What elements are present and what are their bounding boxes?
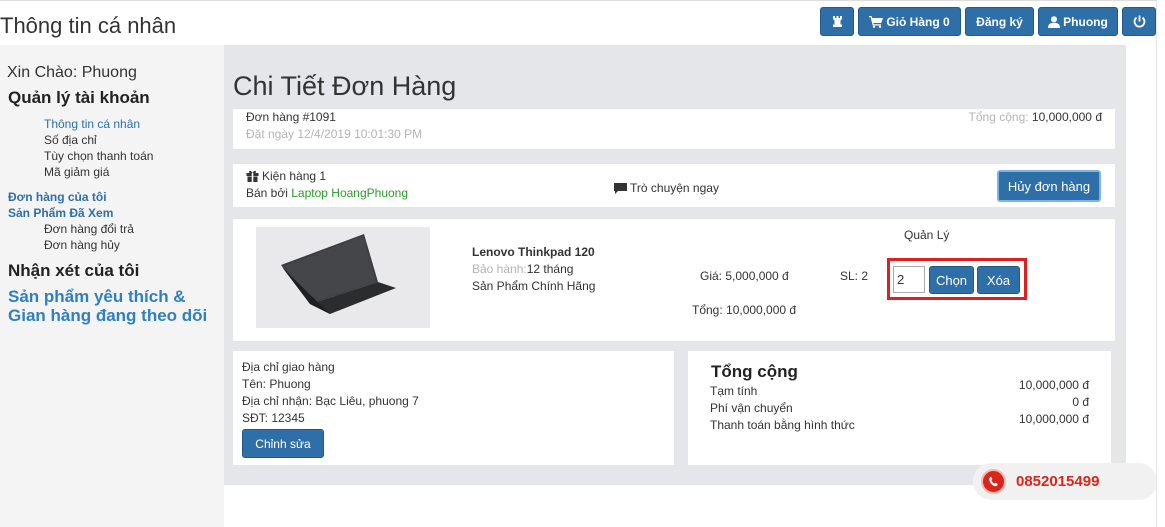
summary-row-subtotal-value: 10,000,000 đ: [1018, 378, 1089, 392]
cart-button[interactable]: Giỏ Hàng 0: [858, 7, 961, 36]
product-name[interactable]: Lenovo Thinkpad 120: [472, 245, 595, 259]
sidebar-item-returns[interactable]: Đơn hàng đổi trả: [44, 222, 134, 236]
warranty-label: Bảo hành:: [472, 262, 527, 276]
order-info-card: Đơn hàng #1091 Đặt ngày 12/4/2019 10:01:…: [233, 109, 1115, 149]
manage-label: Quản Lý: [904, 228, 950, 242]
chat-now-link[interactable]: Trò chuyện ngay: [614, 181, 719, 195]
user-label: Phuong: [1063, 14, 1108, 29]
page-title: Thông tin cá nhân: [0, 13, 177, 38]
package-label: Kiện hàng 1: [262, 169, 327, 183]
unit-price: Giá: 5,000,000 đ: [700, 269, 789, 283]
choose-button[interactable]: Chọn: [929, 266, 974, 294]
warranty-value: 12 tháng: [526, 262, 574, 276]
hotline-widget[interactable]: 0852015499: [973, 463, 1157, 500]
summary-title: Tổng cộng: [711, 362, 798, 381]
favorites-line-1: Sản phẩm yêu thích &: [8, 287, 186, 306]
laptop-image[interactable]: [256, 227, 430, 328]
sidebar: Xin Chào: Phuong Quản lý tài khoản Thông…: [0, 45, 224, 527]
shipping-phone: SĐT: 12345: [242, 411, 305, 425]
top-navbar: Thông tin cá nhân Giỏ Hàng 0 Đăng ký Phu…: [0, 0, 1165, 45]
order-number: Đơn hàng #1091: [246, 110, 336, 124]
cancel-order-button[interactable]: Hủy đơn hàng: [997, 170, 1101, 202]
summary-row-payment-label: Thanh toán bằng hình thức: [710, 418, 855, 432]
summary-card: Tổng cộng Tạm tính 10,000,000 đ Phí vận …: [688, 351, 1111, 465]
sidebar-item-my-reviews[interactable]: Nhận xét của tôi: [8, 261, 139, 281]
package-card: Kiện hàng 1 Bán bởi Laptop HoangPhuong T…: [233, 164, 1115, 207]
cart-label: Giỏ Hàng 0: [886, 14, 950, 29]
user-button[interactable]: Phuong: [1038, 7, 1118, 36]
register-label: Đăng ký: [976, 14, 1023, 29]
order-total-value: 10,000,000 đ: [1031, 110, 1102, 124]
scrollbar[interactable]: [1156, 0, 1165, 527]
logout-button[interactable]: [1122, 7, 1156, 36]
cart-icon: [869, 15, 884, 28]
gift-icon: [246, 170, 259, 182]
phone-icon: [981, 469, 1006, 494]
summary-row-payment-value: 10,000,000 đ: [1018, 412, 1089, 426]
edit-address-button[interactable]: Chỉnh sửa: [242, 429, 324, 458]
authentic-label: Sản Phẩm Chính Hãng: [472, 279, 596, 293]
sidebar-item-cancelled[interactable]: Đơn hàng hủy: [44, 238, 120, 252]
sidebar-item-viewed-products[interactable]: Sản Phẩm Đã Xem: [8, 206, 113, 220]
sidebar-item-profile[interactable]: Thông tin cá nhân: [44, 117, 140, 131]
user-icon: [1048, 15, 1061, 28]
main-content: Chi Tiết Đơn Hàng Đơn hàng #1091 Đặt ngà…: [224, 45, 1126, 485]
order-item-card: Lenovo Thinkpad 120 Bảo hành:12 tháng Sả…: [233, 219, 1115, 341]
chess-rook-icon: [832, 16, 842, 27]
shipping-card: Địa chỉ giao hàng Tên: Phuong Địa chỉ nh…: [233, 351, 674, 465]
item-subtotal: Tổng: 10,000,000 đ: [692, 303, 797, 317]
seller-prefix: Bán bởi: [246, 186, 288, 200]
chat-icon: [614, 182, 627, 194]
summary-row-subtotal-label: Tạm tính: [710, 384, 758, 398]
power-icon: [1133, 15, 1145, 28]
shipping-name: Tên: Phuong: [242, 377, 311, 391]
summary-row-shipping-label: Phí vận chuyển: [710, 401, 793, 415]
delete-button[interactable]: Xóa: [977, 266, 1020, 294]
sidebar-item-my-orders[interactable]: Đơn hàng của tôi: [8, 190, 107, 204]
shipping-address: Địa chỉ nhận: Bạc Liêu, phuong 7: [242, 394, 419, 408]
order-date: Đặt ngày 12/4/2019 10:01:30 PM: [246, 127, 423, 141]
favorites-line-2: Gian hàng đang theo dõi: [8, 306, 208, 325]
greeting-text: Xin Chào: Phuong: [7, 64, 137, 81]
quantity-input[interactable]: 2: [893, 266, 925, 293]
sidebar-item-favorites[interactable]: Sản phẩm yêu thích & Gian hàng đang theo…: [8, 287, 207, 325]
store-button[interactable]: [820, 7, 854, 36]
sidebar-item-address-book[interactable]: Số địa chỉ: [44, 133, 97, 147]
seller-link[interactable]: Laptop HoangPhuong: [291, 186, 408, 200]
hotline-number: 0852015499: [1016, 473, 1100, 490]
register-button[interactable]: Đăng ký: [965, 7, 1034, 36]
account-section-title[interactable]: Quản lý tài khoản: [8, 88, 150, 108]
order-detail-title: Chi Tiết Đơn Hàng: [233, 71, 457, 101]
sidebar-item-vouchers[interactable]: Mã giảm giá: [44, 165, 109, 179]
sidebar-item-payment-options[interactable]: Tùy chọn thanh toán: [44, 149, 153, 163]
summary-row-shipping-value: 0 đ: [1072, 395, 1089, 409]
chat-label: Trò chuyện ngay: [630, 181, 719, 195]
shipping-title: Địa chỉ giao hàng: [242, 360, 335, 374]
quantity-text: SL: 2: [840, 269, 869, 283]
manage-controls-highlight: 2 Chọn Xóa: [887, 258, 1027, 300]
order-total-label: Tổng cộng:: [968, 110, 1029, 124]
